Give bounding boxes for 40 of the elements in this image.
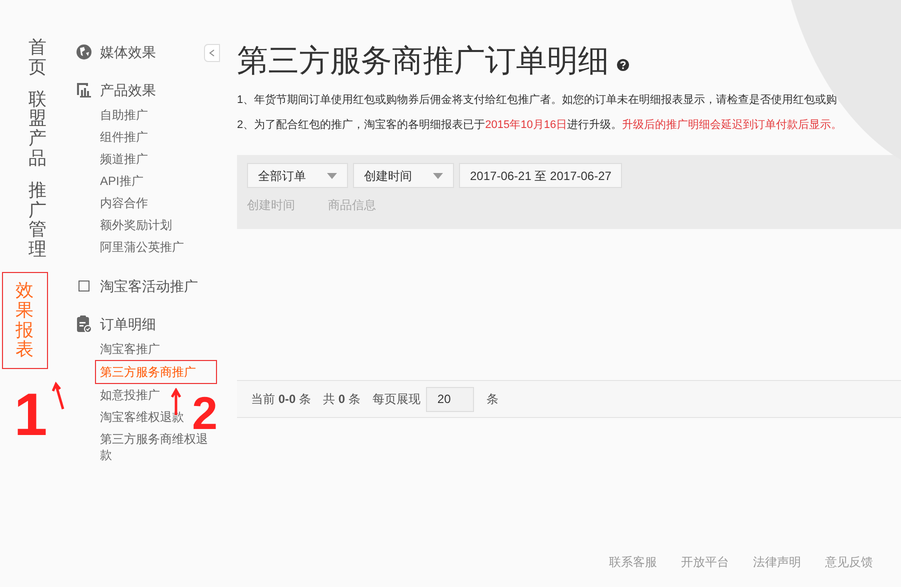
sub-nav-link[interactable]: 如意投推广 <box>100 384 160 406</box>
chart-icon <box>76 82 92 98</box>
section-title: 媒体效果 <box>100 42 156 62</box>
clipboard-icon <box>76 315 92 333</box>
main-nav-item[interactable]: 首页 <box>28 38 46 78</box>
main-nav-item[interactable]: 推广管理 <box>28 180 46 260</box>
sub-nav-link[interactable]: 内容合作 <box>100 192 148 214</box>
sub-nav-link[interactable]: 额外奖励计划 <box>100 214 172 236</box>
column-header: 创建时间 <box>247 197 295 214</box>
globe-icon <box>76 44 92 60</box>
notice-text: 2、为了配合红包的推广，淘宝客的各明细报表已于2015年10月16日进行升级。升级后的推广明细会延迟到订单付款后显示。 <box>237 118 842 133</box>
sub-nav-link[interactable]: 淘宝客推广 <box>100 338 160 360</box>
record-count: 当前 0-0 条 共 0 条 <box>251 391 360 408</box>
date-range-button[interactable]: 2017-06-21 至 2017-06-27 <box>459 163 622 188</box>
square-icon <box>78 280 90 292</box>
help-icon <box>617 59 629 71</box>
per-page-field[interactable]: 20 <box>426 386 474 412</box>
dropdown[interactable]: 全部订单 <box>247 163 348 188</box>
sub-nav-link[interactable]: 阿里蒲公英推广 <box>100 236 184 258</box>
dropdown[interactable]: 创建时间 <box>353 163 454 188</box>
sub-nav-link[interactable]: API推广 <box>100 170 144 192</box>
section-title: 订单明细 <box>100 314 156 334</box>
page-title: 第三方服务商推广订单明细 <box>237 44 609 76</box>
annotation-arrow <box>52 381 66 412</box>
caret-icon <box>327 172 337 178</box>
chevron-left-icon <box>209 49 215 57</box>
sub-nav-link[interactable]: 组件推广 <box>100 126 148 148</box>
section-title: 淘宝客活动推广 <box>100 276 198 296</box>
caret-icon <box>433 172 443 178</box>
sub-nav-link[interactable]: 自助推广 <box>100 104 148 126</box>
column-header: 商品信息 <box>328 197 376 214</box>
section-title: 产品效果 <box>100 80 156 100</box>
main-nav-item[interactable]: 联盟产品 <box>28 90 46 169</box>
annotation-number: 1 <box>14 385 48 446</box>
sub-nav-link[interactable]: 第三方服务商推广 <box>95 360 217 384</box>
collapse-button[interactable] <box>204 44 220 62</box>
per-page-label: 每页展现 <box>372 391 420 408</box>
notice-text: 1、年货节期间订单使用红包或购物券后佣金将支付给红包推广者。如您的订单未在明细报表显示，请检查是否使用红包或购 <box>237 92 838 108</box>
sub-nav-link[interactable]: 频道推广 <box>100 148 148 170</box>
unit-label: 条 <box>486 391 498 408</box>
